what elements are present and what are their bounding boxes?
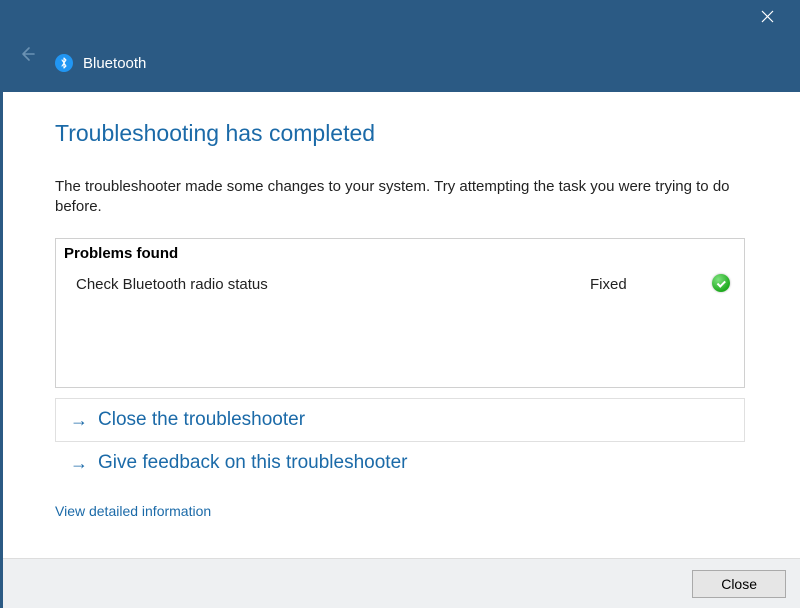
problem-name: Check Bluetooth radio status — [76, 276, 590, 293]
page-title: Troubleshooting has completed — [55, 120, 745, 147]
arrow-right-icon: → — [70, 411, 88, 429]
page-description: The troubleshooter made some changes to … — [55, 177, 745, 218]
close-troubleshooter-link[interactable]: → Close the troubleshooter — [55, 398, 745, 442]
content-area: Troubleshooting has completed The troubl… — [0, 92, 800, 558]
dialog-header: Bluetooth — [0, 0, 800, 92]
problems-header: Problems found — [56, 239, 744, 268]
close-button[interactable]: Close — [692, 570, 786, 598]
header-title: Bluetooth — [83, 55, 146, 72]
feedback-label: Give feedback on this troubleshooter — [98, 452, 407, 474]
view-detailed-info-link[interactable]: View detailed information — [55, 503, 211, 519]
dialog-footer: Close — [0, 558, 800, 608]
feedback-link[interactable]: → Give feedback on this troubleshooter — [55, 442, 745, 485]
close-troubleshooter-label: Close the troubleshooter — [98, 409, 305, 431]
action-links: → Close the troubleshooter → Give feedba… — [55, 398, 745, 485]
close-icon[interactable] — [753, 6, 782, 30]
arrow-right-icon: → — [70, 454, 88, 472]
problem-status: Fixed — [590, 276, 690, 293]
problem-status-icon — [690, 274, 730, 296]
bluetooth-icon — [55, 54, 73, 72]
checkmark-icon — [712, 274, 730, 292]
problem-row: Check Bluetooth radio status Fixed — [56, 268, 744, 302]
problems-panel: Problems found Check Bluetooth radio sta… — [55, 238, 745, 388]
header-title-group: Bluetooth — [55, 54, 146, 72]
back-arrow-icon — [18, 45, 36, 68]
